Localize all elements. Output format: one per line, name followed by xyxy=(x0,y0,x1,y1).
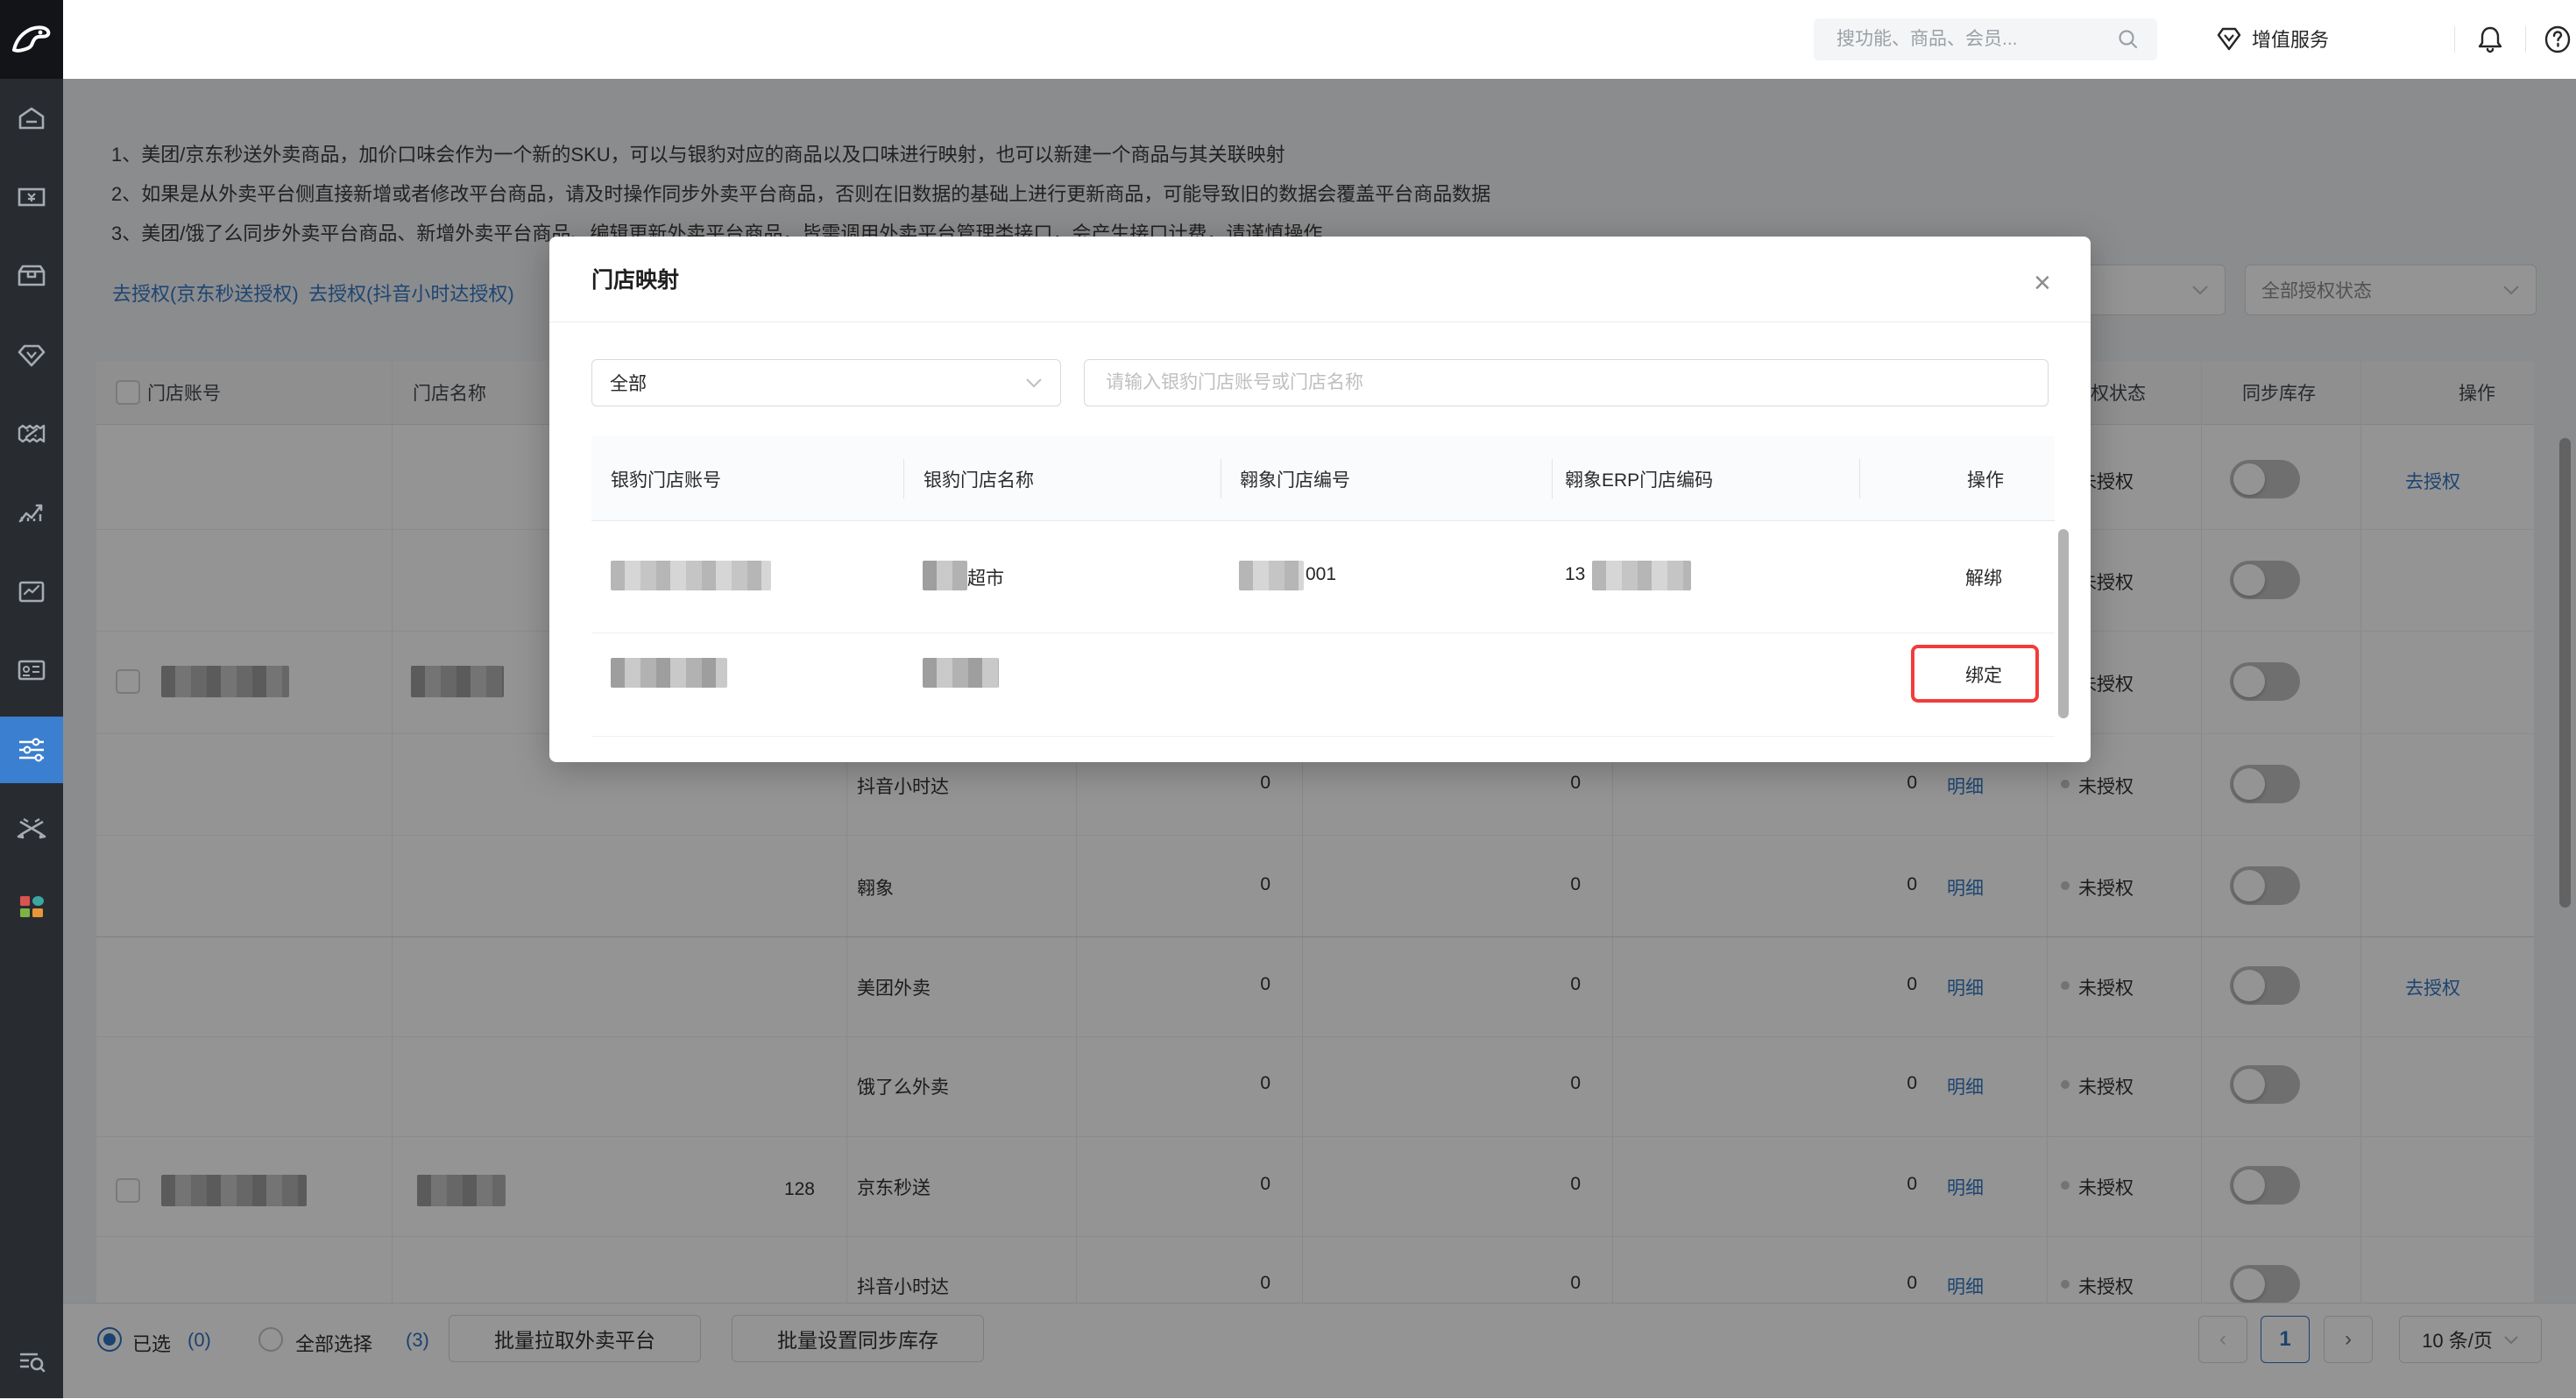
store-mapping-modal: 门店映射 × 全部 银豹门店账号 银豹门店名称 翱象门店编号 翱象ERP门店编码… xyxy=(549,237,2091,762)
modal-erp-prefix: 13 xyxy=(1565,564,1585,585)
vip-gem-icon xyxy=(16,339,47,371)
modal-name-redacted xyxy=(923,561,967,590)
vas-label: 增值服务 xyxy=(2252,25,2329,53)
modal-title: 门店映射 xyxy=(591,263,679,294)
modal-col-code: 翱象门店编号 xyxy=(1240,436,1350,521)
sidebar-item-tools[interactable] xyxy=(0,803,63,852)
vas-gem-icon xyxy=(2215,25,2243,53)
search-icon[interactable] xyxy=(2117,28,2140,51)
topbar-divider xyxy=(2454,26,2455,53)
sidebar-item-promotions[interactable] xyxy=(0,409,63,458)
banknote-icon xyxy=(16,181,47,213)
brand-logo[interactable] xyxy=(0,0,63,79)
notifications-button[interactable] xyxy=(2474,24,2506,55)
modal-name-suffix: 超市 xyxy=(967,564,1004,590)
package-icon xyxy=(16,260,47,292)
crossed-tools-icon xyxy=(15,811,48,844)
header-tick xyxy=(1552,459,1553,498)
value-added-services-button[interactable]: 增值服务 xyxy=(2215,25,2329,53)
bind-highlight-annotation xyxy=(1911,645,2039,703)
modal-row-divider xyxy=(591,736,2055,737)
help-button[interactable] xyxy=(2542,24,2573,55)
chevron-down-icon xyxy=(1025,378,1043,388)
modal-name-redacted xyxy=(923,658,999,688)
sidebar xyxy=(0,0,63,1398)
sidebar-item-statistics[interactable] xyxy=(0,488,63,537)
global-search[interactable] xyxy=(1814,18,2157,60)
sidebar-item-staff[interactable] xyxy=(0,646,63,695)
modal-account-redacted xyxy=(611,561,771,590)
modal-scrollbar-thumb[interactable] xyxy=(2058,529,2069,718)
modal-col-account: 银豹门店账号 xyxy=(611,436,721,521)
global-search-input[interactable] xyxy=(1814,28,2117,51)
topbar-divider xyxy=(2525,26,2526,53)
modal-header-divider xyxy=(549,321,2091,322)
modal-code-redacted xyxy=(1239,561,1304,590)
sliders-icon xyxy=(15,733,48,767)
sidebar-item-home[interactable] xyxy=(0,94,63,143)
list-search-icon xyxy=(15,1344,48,1377)
sidebar-item-products[interactable] xyxy=(0,251,63,300)
leopard-logo-icon xyxy=(9,17,54,62)
sidebar-item-members[interactable] xyxy=(0,330,63,379)
report-card-icon xyxy=(16,576,47,607)
question-circle-icon xyxy=(2542,24,2573,55)
modal-col-action: 操作 xyxy=(1967,436,2004,521)
modal-scrollbar[interactable] xyxy=(2058,529,2069,955)
colored-grid-icon xyxy=(16,891,47,922)
coupon-icon xyxy=(16,418,47,449)
modal-category-select[interactable]: 全部 xyxy=(591,359,1061,406)
modal-account-redacted xyxy=(611,658,727,688)
home-icon xyxy=(16,102,47,134)
modal-store-search-input[interactable] xyxy=(1084,359,2049,406)
sidebar-item-menu-search[interactable] xyxy=(0,1336,63,1385)
modal-erp-redacted xyxy=(1592,561,1691,590)
unbind-link[interactable]: 解绑 xyxy=(1965,564,2002,590)
app-root: 增值服务 1、美团/京东秒送外卖商品，加价口味会作为一个新的SKU，可以与银豹对… xyxy=(0,0,2576,1398)
modal-code-suffix: 001 xyxy=(1306,564,1336,585)
sidebar-item-cashier[interactable] xyxy=(0,173,63,222)
sidebar-item-apps[interactable] xyxy=(0,882,63,931)
header-tick xyxy=(903,459,904,498)
sidebar-item-reports[interactable] xyxy=(0,567,63,616)
topbar: 增值服务 xyxy=(63,0,2576,80)
chart-trend-icon xyxy=(16,497,47,528)
header-tick xyxy=(1859,459,1860,498)
modal-category-value: 全部 xyxy=(610,370,647,396)
sidebar-item-settings-active[interactable] xyxy=(0,717,63,783)
modal-col-erp: 翱象ERP门店编码 xyxy=(1565,436,1713,521)
bell-icon xyxy=(2474,24,2506,55)
modal-col-name: 银豹门店名称 xyxy=(924,436,1034,521)
modal-row-divider xyxy=(591,632,2055,633)
id-card-icon xyxy=(16,654,47,686)
modal-table-header: 银豹门店账号 银豹门店名称 翱象门店编号 翱象ERP门店编码 操作 xyxy=(591,436,2055,521)
modal-close-icon[interactable]: × xyxy=(2034,268,2051,298)
